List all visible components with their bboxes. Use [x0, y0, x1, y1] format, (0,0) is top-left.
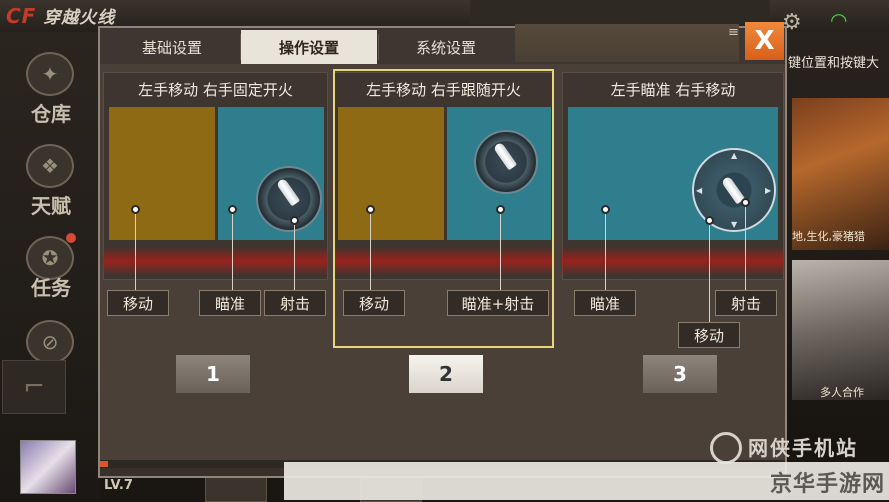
- move-marker: [131, 205, 140, 214]
- talent-icon[interactable]: ❖: [26, 144, 74, 188]
- move-marker: [705, 216, 714, 225]
- weapon-slot-icon[interactable]: ⌐: [2, 360, 66, 414]
- mode-card-coop[interactable]: [792, 260, 889, 400]
- mode-card-coop-label: 多人合作: [820, 386, 864, 399]
- warehouse-icon[interactable]: ✦: [26, 52, 74, 96]
- arrow-up-icon: ▲: [731, 151, 738, 160]
- label-fire: 射击: [715, 290, 777, 316]
- move-zone: [109, 107, 215, 240]
- scheme-3-button[interactable]: 3: [643, 355, 717, 393]
- scroll-indicator: [100, 461, 108, 467]
- sidebar-item-talent[interactable]: 天赋: [16, 190, 86, 219]
- arrow-down-icon: ▼: [731, 220, 738, 229]
- panel-glow: [562, 246, 784, 276]
- lobby-right-background: [786, 0, 889, 500]
- selected-scheme-frame: [333, 69, 554, 348]
- tab-operation-settings[interactable]: 操作设置: [241, 30, 377, 64]
- scheme-1-button[interactable]: 1: [176, 355, 250, 393]
- scheme-title: 左手移动 右手固定开火: [104, 73, 327, 105]
- fire-marker: [290, 216, 299, 225]
- scheme-2-button[interactable]: 2: [409, 355, 483, 393]
- fire-pointer-line: [745, 207, 746, 290]
- arrow-left-icon: ◀: [696, 186, 703, 195]
- aim-marker: [228, 205, 237, 214]
- right-hint-text: 键位置和按键大: [788, 56, 880, 71]
- arrow-right-icon: ▶: [765, 186, 772, 195]
- label-fire: 射击: [264, 290, 326, 316]
- avatar[interactable]: [20, 440, 76, 494]
- label-move: 移动: [107, 290, 169, 316]
- tabbar-filler: [515, 24, 739, 62]
- mode-card-zombie-label: 地,生化,豪猪猎: [792, 230, 865, 243]
- aim-marker: [601, 205, 610, 214]
- label-aim: 瞄准: [199, 290, 261, 316]
- game-logo: CF 穿越火线: [6, 4, 116, 28]
- notification-dot: [66, 233, 76, 243]
- sidebar-item-task[interactable]: 任务: [16, 272, 86, 301]
- label-aim: 瞄准: [574, 290, 636, 316]
- label-move: 移动: [678, 322, 740, 348]
- move-pointer-line: [135, 214, 136, 290]
- compass-icon[interactable]: ⊘: [26, 320, 74, 364]
- aim-pointer-line: [232, 214, 233, 290]
- fire-marker: [741, 198, 750, 207]
- wifi-icon: ◠: [830, 8, 848, 32]
- tab-system-settings[interactable]: 系统设置: [379, 30, 513, 64]
- scheme-title: 左手瞄准 右手移动: [563, 73, 783, 105]
- watermark-logo-icon: [710, 432, 742, 464]
- close-button[interactable]: X: [745, 22, 784, 60]
- lobby-topbar-panel: [470, 0, 770, 24]
- tab-basic-settings[interactable]: 基础设置: [105, 30, 239, 64]
- fire-pointer-line: [294, 225, 295, 290]
- aim-pointer-line: [605, 214, 606, 290]
- menu-icon[interactable]: ≡: [728, 25, 739, 40]
- watermark-text-bottom: 京华手游网: [770, 472, 886, 497]
- watermark-text-top: 网侠手机站: [748, 436, 858, 460]
- move-pointer-line: [709, 225, 710, 322]
- player-level: LV.7: [104, 478, 133, 493]
- sidebar-item-warehouse[interactable]: 仓库: [16, 98, 86, 127]
